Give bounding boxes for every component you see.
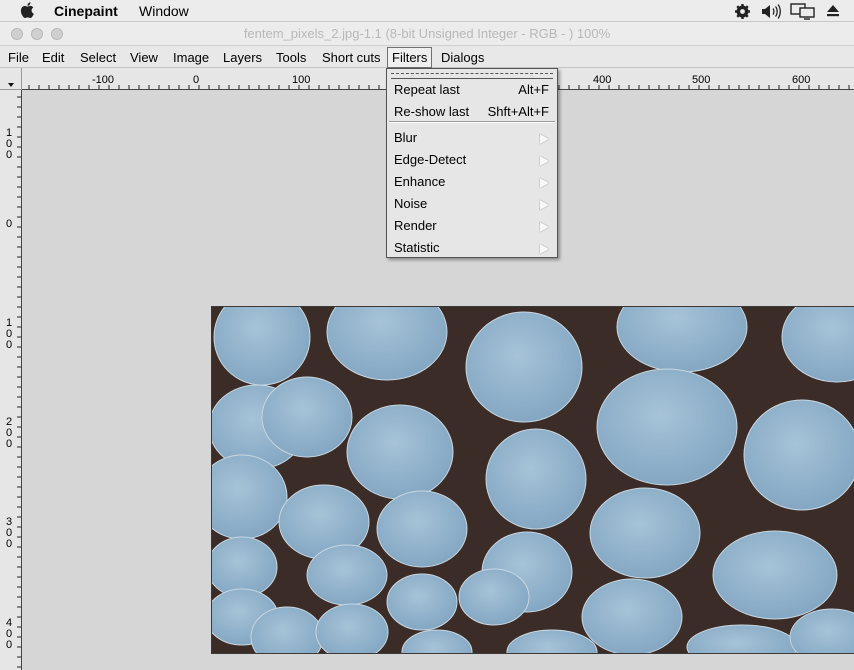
menu-item-render[interactable]: Render: [387, 215, 557, 237]
menu-item-reshow-last[interactable]: Re-show last Shft+Alt+F: [387, 101, 557, 123]
ruler-label: 400: [593, 74, 612, 86]
ruler-corner-arrow-icon: [8, 83, 14, 87]
ruler-label: 300: [5, 516, 13, 550]
menu-edit[interactable]: Edit: [42, 50, 64, 65]
ruler-label: 500: [692, 74, 711, 86]
menu-view[interactable]: View: [130, 50, 158, 65]
menu-item-noise[interactable]: Noise: [387, 193, 557, 215]
filters-dropdown-menu: Repeat last Alt+F Re-show last Shft+Alt+…: [386, 68, 558, 258]
displays-icon[interactable]: [790, 3, 816, 20]
ruler-label: 200: [5, 416, 13, 450]
ruler-label: 400: [5, 617, 13, 651]
menu-item-enhance[interactable]: Enhance: [387, 171, 557, 193]
disc-pattern-image: [212, 307, 854, 653]
window-title-bar: fentem_pixels_2.jpg-1.1 (8-bit Unsigned …: [0, 22, 854, 46]
ruler-corner[interactable]: [0, 68, 22, 90]
menu-separator: [389, 121, 555, 123]
menu-select[interactable]: Select: [80, 50, 116, 65]
menu-item-edge-detect[interactable]: Edge-Detect: [387, 149, 557, 171]
os-menu-bar: Cinepaint Window: [0, 0, 854, 22]
ruler-label: 100: [5, 127, 13, 161]
vertical-ruler[interactable]: 100 0 100 200 300 400: [0, 90, 22, 670]
app-name-menu[interactable]: Cinepaint: [54, 3, 118, 19]
vertical-ruler-ticks: [17, 96, 21, 668]
menu-item-repeat-last[interactable]: Repeat last Alt+F: [387, 79, 557, 101]
menu-file[interactable]: File: [8, 50, 29, 65]
menu-image[interactable]: Image: [173, 50, 209, 65]
eject-icon[interactable]: [826, 3, 840, 19]
ruler-label: 0: [193, 74, 200, 86]
menu-item-blur[interactable]: Blur: [387, 127, 557, 149]
image-layer[interactable]: [211, 306, 854, 654]
gear-status-icon[interactable]: [734, 3, 751, 20]
ruler-label: 0: [5, 218, 13, 230]
submenu-arrow-icon: [540, 244, 549, 254]
ruler-label: 600: [792, 74, 811, 86]
submenu-arrow-icon: [540, 178, 549, 188]
menu-filters[interactable]: Filters: [387, 47, 433, 68]
menu-dialogs[interactable]: Dialogs: [441, 50, 484, 65]
menu-layers[interactable]: Layers: [223, 50, 262, 65]
menu-tools[interactable]: Tools: [276, 50, 306, 65]
shortcut-label: Alt+F: [518, 82, 549, 97]
menu-shortcuts[interactable]: Short cuts: [322, 50, 381, 65]
submenu-arrow-icon: [540, 156, 549, 166]
window-menu[interactable]: Window: [139, 3, 189, 19]
volume-icon[interactable]: [760, 3, 782, 20]
apple-logo-icon[interactable]: [20, 2, 34, 18]
app-menubar: File Edit Select View Image Layers Tools…: [0, 46, 854, 68]
shortcut-label: Shft+Alt+F: [487, 104, 549, 119]
ruler-label: 100: [292, 74, 311, 86]
submenu-arrow-icon: [540, 222, 549, 232]
submenu-arrow-icon: [540, 134, 549, 144]
submenu-arrow-icon: [540, 200, 549, 210]
menu-item-statistic[interactable]: Statistic: [387, 237, 557, 259]
ruler-label: 100: [5, 317, 13, 351]
ruler-label: -100: [92, 74, 115, 86]
window-title: fentem_pixels_2.jpg-1.1 (8-bit Unsigned …: [243, 26, 611, 41]
